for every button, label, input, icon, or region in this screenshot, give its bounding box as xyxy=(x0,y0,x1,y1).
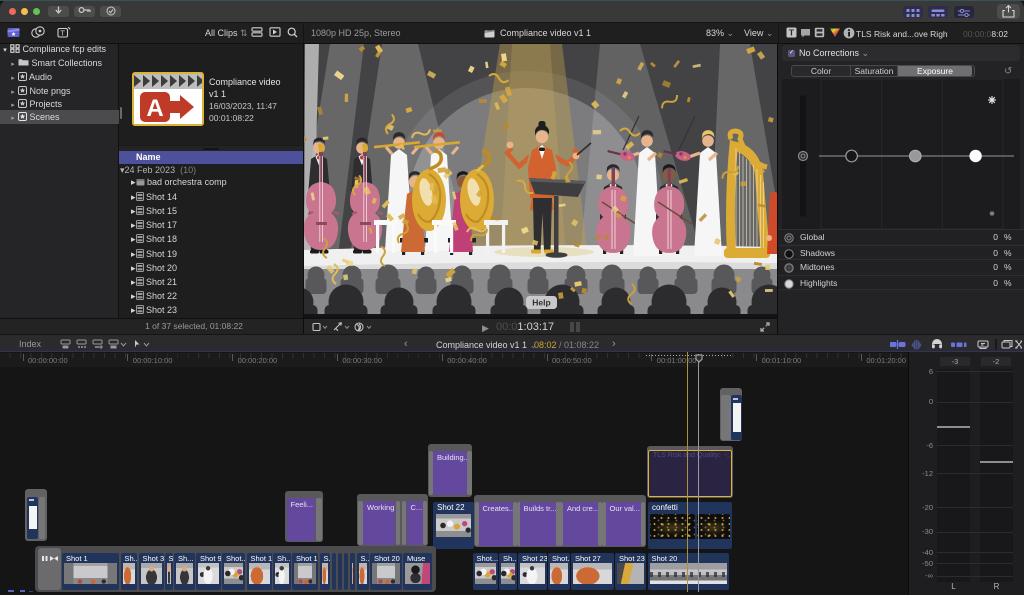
svg-text:A: A xyxy=(146,95,163,122)
svg-text:Help: Help xyxy=(532,298,550,308)
svg-text:T: T xyxy=(60,29,65,38)
svg-text:T: T xyxy=(789,28,795,38)
